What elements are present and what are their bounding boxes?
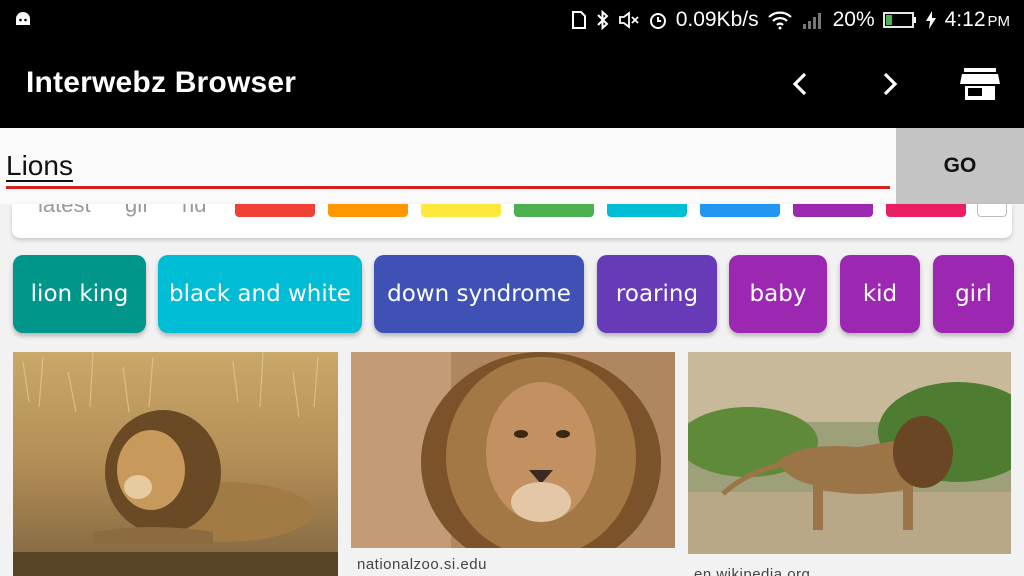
signal-icon	[801, 10, 825, 30]
lion-face-image	[351, 352, 675, 548]
color-swatch-purple[interactable]	[793, 204, 873, 217]
clock-time: 4:12	[944, 8, 986, 31]
result-image-card[interactable]	[688, 352, 1011, 554]
go-button[interactable]: GO	[896, 128, 1024, 204]
search-underline	[6, 186, 890, 189]
tag-chip[interactable]: girl	[933, 255, 1014, 333]
screen: 0.09Kb/s 20% 4:12 PM Interwebz Browser L…	[0, 0, 1024, 576]
chevron-right-icon	[883, 72, 898, 96]
status-icons: 0.09Kb/s 20% 4:12 PM	[570, 6, 1010, 34]
mute-icon	[618, 10, 640, 30]
tag-chip[interactable]: lion king	[13, 255, 146, 333]
result-source[interactable]: nationalzoo.si.edu	[357, 556, 487, 573]
filter-card: latest gif hd	[12, 204, 1012, 238]
lion-lying-image	[13, 352, 338, 576]
forward-button[interactable]	[868, 62, 912, 106]
color-swatch-pink[interactable]	[886, 204, 966, 217]
tag-chip[interactable]: roaring	[597, 255, 717, 333]
store-button[interactable]	[958, 62, 1002, 106]
chevron-left-icon	[792, 72, 807, 96]
nfc-icon	[570, 10, 588, 30]
result-image-card[interactable]	[351, 352, 675, 548]
filter-gif[interactable]: gif	[125, 204, 148, 218]
clock: 4:12 PM	[945, 8, 1010, 32]
color-swatch-yellow[interactable]	[421, 204, 501, 217]
filter-latest[interactable]: latest	[38, 204, 91, 218]
back-button[interactable]	[778, 62, 822, 106]
result-source[interactable]: en.wikipedia.org	[694, 566, 810, 576]
search-bar	[0, 128, 1024, 204]
charging-icon	[925, 10, 937, 30]
clock-ampm: PM	[987, 13, 1011, 30]
battery-icon	[882, 11, 917, 29]
alarm-icon	[648, 10, 668, 30]
result-image-card[interactable]	[13, 352, 338, 576]
wifi-icon	[767, 10, 793, 30]
bluetooth-icon	[596, 10, 610, 30]
color-swatch-cyan[interactable]	[607, 204, 687, 217]
app-title: Interwebz Browser	[26, 66, 297, 99]
lion-standing-image	[688, 352, 1011, 554]
android-icon	[14, 10, 32, 33]
color-swatch-green[interactable]	[514, 204, 594, 217]
color-swatch-orange[interactable]	[328, 204, 408, 217]
tag-chip[interactable]: black and white	[158, 255, 362, 333]
tag-chip[interactable]: down syndrome	[374, 255, 584, 333]
app-bar: Interwebz Browser	[0, 40, 1024, 128]
color-swatch-white[interactable]	[977, 204, 1007, 217]
net-speed: 0.09Kb/s	[675, 8, 759, 31]
tag-chip[interactable]: baby	[729, 255, 827, 333]
color-swatch-red[interactable]	[235, 204, 315, 217]
search-input[interactable]	[6, 146, 890, 186]
store-icon	[960, 68, 1000, 100]
color-swatch-blue[interactable]	[700, 204, 780, 217]
status-bar: 0.09Kb/s 20% 4:12 PM	[0, 0, 1024, 40]
tag-chip[interactable]: kid	[840, 255, 920, 333]
filter-hd[interactable]: hd	[182, 204, 206, 218]
battery-percent: 20%	[832, 8, 875, 31]
